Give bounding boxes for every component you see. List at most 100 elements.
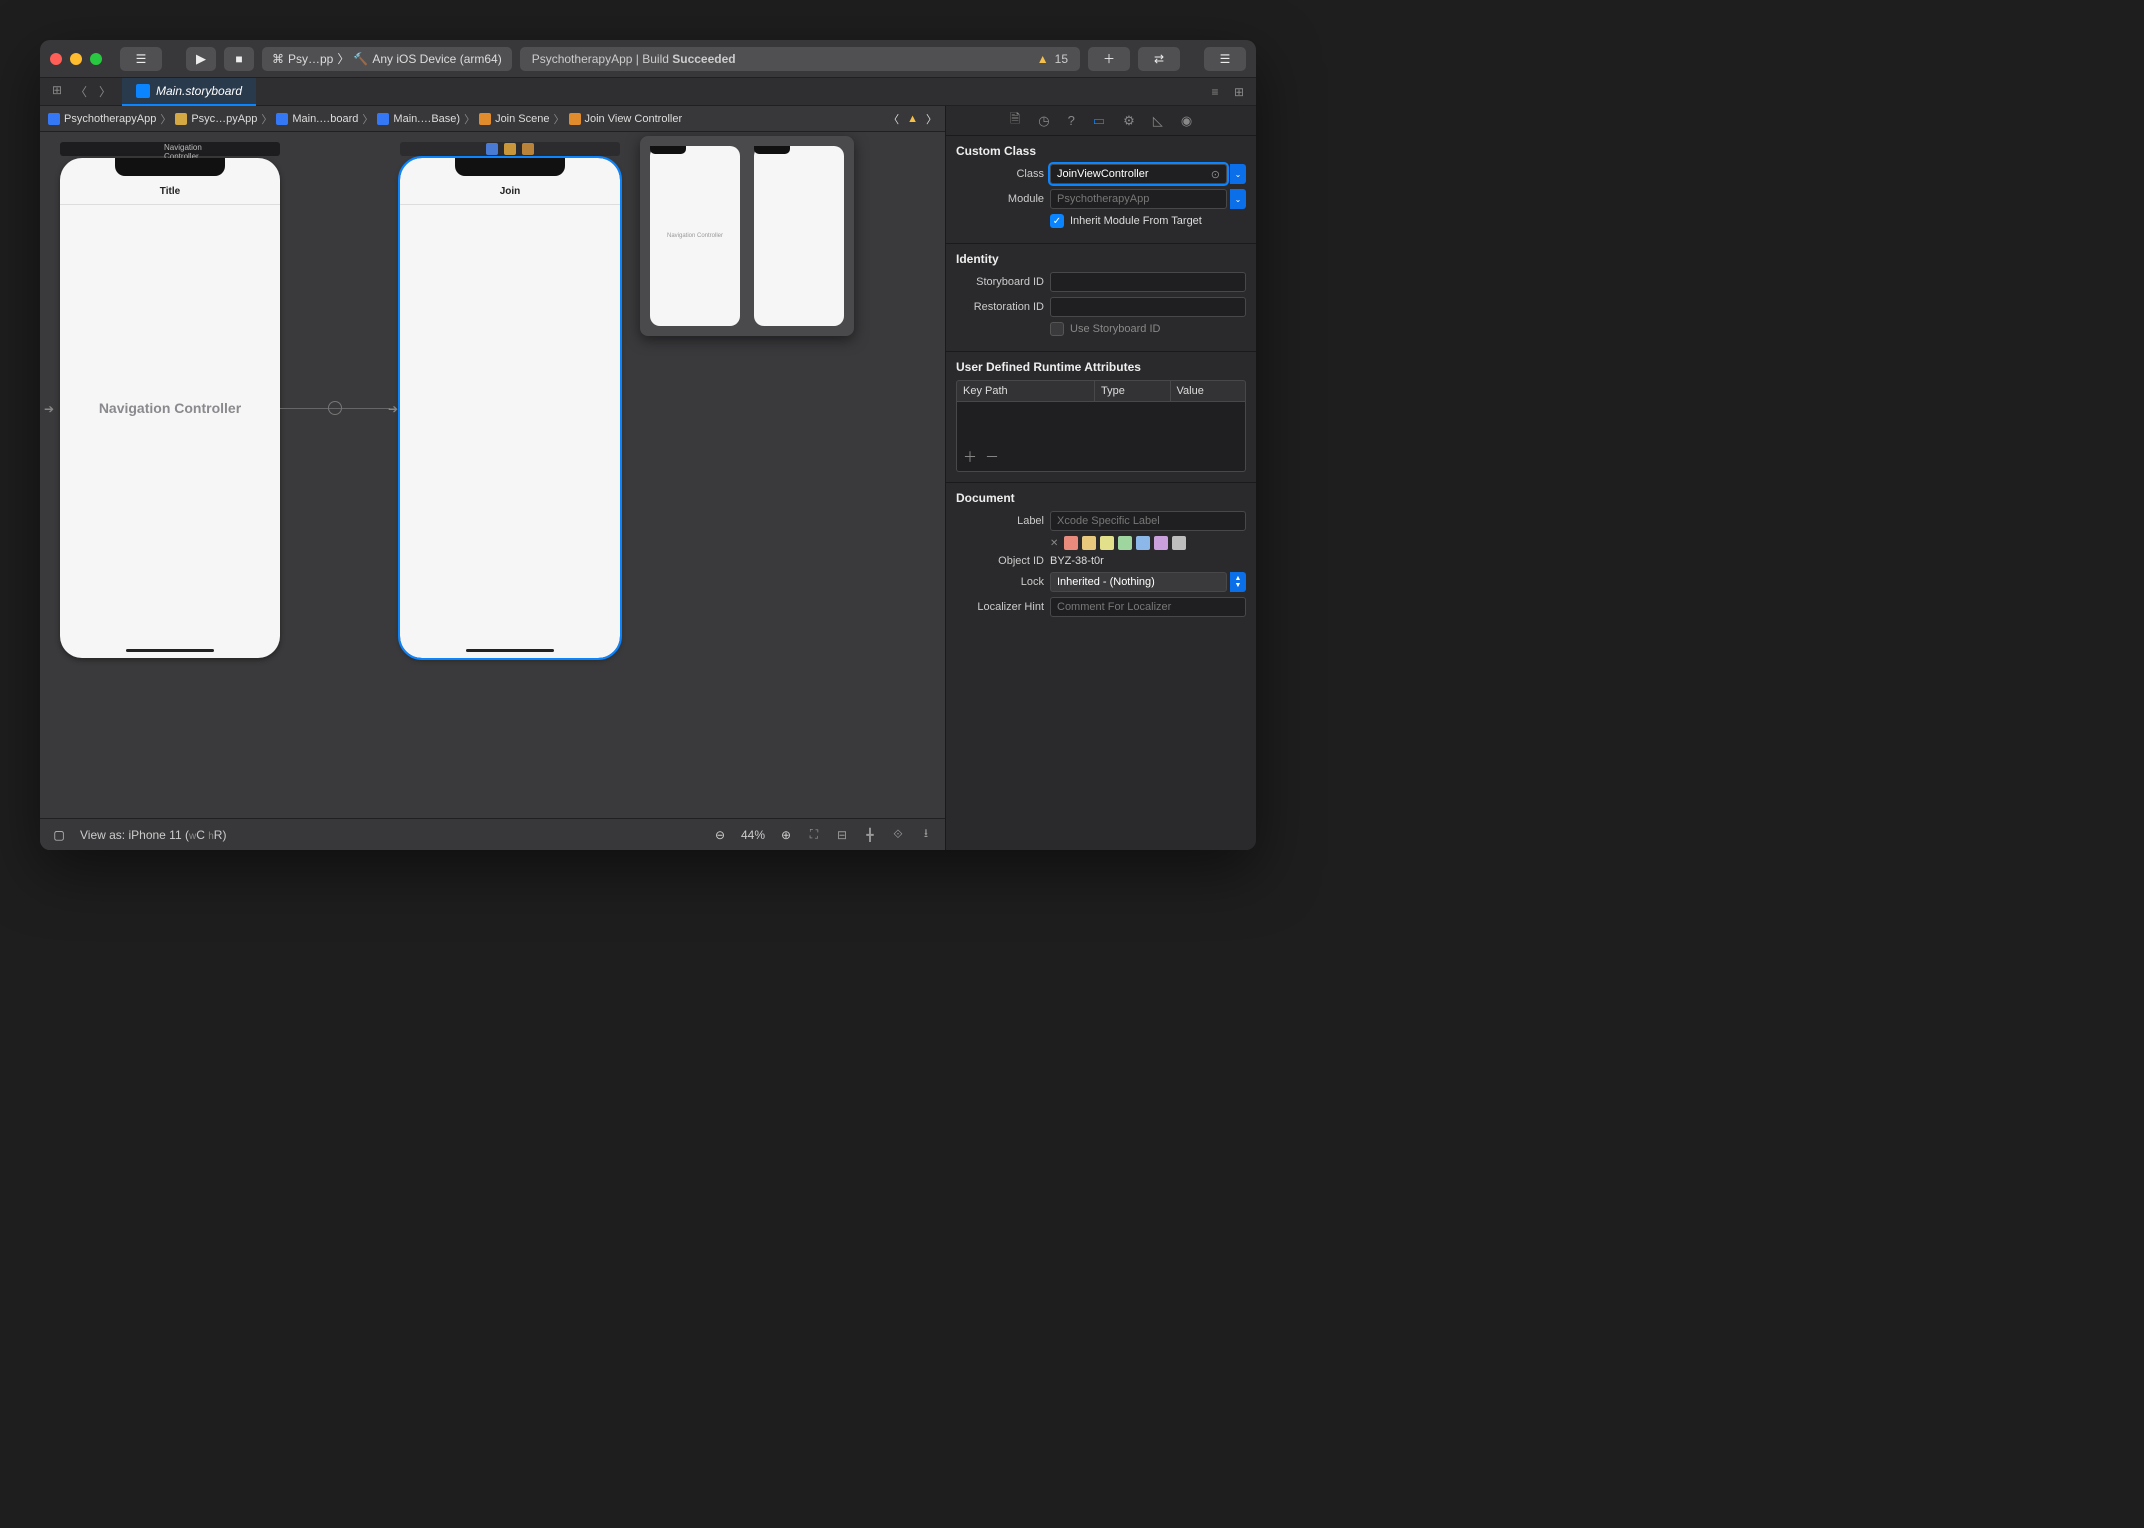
help-inspector-tab[interactable]: ? — [1068, 113, 1075, 128]
zoom-in-icon[interactable]: ⊕ — [779, 828, 793, 842]
use-storyboard-id-checkbox[interactable] — [1050, 322, 1064, 336]
bounds-rect-icon[interactable]: ⛶ — [807, 827, 821, 842]
exit-icon[interactable] — [522, 143, 534, 155]
col-type[interactable]: Type — [1095, 381, 1171, 401]
crumb-project[interactable]: PsychotherapyApp — [64, 113, 156, 125]
zoom-window-button[interactable] — [90, 53, 102, 65]
inspector-tabs: 🗎 ◷ ? ▭ ⚙ ◺ ◉ — [946, 106, 1256, 136]
stop-button[interactable]: ■ — [224, 47, 254, 71]
minimap-scene-2[interactable] — [754, 146, 844, 326]
back-button[interactable]: 〈 — [74, 83, 88, 100]
class-label: Class — [956, 168, 1044, 180]
storyboard-icon — [377, 113, 389, 125]
zoom-level[interactable]: 44% — [741, 828, 765, 842]
scene1-title-bar[interactable]: Navigation Controller — [60, 142, 280, 156]
minimap-scene-1[interactable]: Navigation Controller — [650, 146, 740, 326]
crumb-scene[interactable]: Join Scene — [495, 113, 549, 125]
home-indicator — [126, 649, 214, 652]
size-inspector-tab[interactable]: ◺ — [1153, 113, 1163, 129]
join-view-controller-scene[interactable]: Join — [400, 158, 620, 658]
outline-toggle-icon[interactable]: ▢ — [52, 828, 66, 842]
swatch-green[interactable] — [1118, 536, 1132, 550]
toolbar: ☰ ▶ ■ ⌘ Psy…pp 〉 🔨 Any iOS Device (arm64… — [40, 40, 1256, 78]
nav-bar-title: Title — [60, 186, 280, 197]
localizer-input[interactable]: Comment For Localizer — [1050, 597, 1246, 617]
doc-label-label: Label — [956, 515, 1044, 527]
first-responder-icon[interactable] — [504, 143, 516, 155]
crumb-folder[interactable]: Psyc…pyApp — [191, 113, 257, 125]
toggle-navigator-button[interactable]: ☰ — [120, 47, 162, 71]
module-dropdown-arrow[interactable]: ⌄ — [1230, 189, 1246, 209]
swatch-blue[interactable] — [1136, 536, 1150, 550]
identity-inspector-tab[interactable]: ▭ — [1093, 113, 1105, 129]
view-as-control[interactable]: View as: iPhone 11 (wC hR) — [80, 828, 226, 842]
zoom-out-icon[interactable]: ⊖ — [713, 828, 727, 842]
swatch-yellow[interactable] — [1100, 536, 1114, 550]
clear-icon[interactable]: ⊙ — [1211, 168, 1220, 181]
run-button[interactable]: ▶ — [186, 47, 216, 71]
scheme-selector[interactable]: ⌘ Psy…pp 〉 🔨 Any iOS Device (arm64) — [262, 47, 512, 71]
module-input[interactable]: PsychotherapyApp — [1050, 189, 1227, 209]
doc-label-input[interactable]: Xcode Specific Label — [1050, 511, 1246, 531]
stack-icon[interactable]: ⊟ — [835, 828, 849, 842]
resolve-issues-icon[interactable]: ⭳ — [919, 824, 933, 845]
swatch-red[interactable] — [1064, 536, 1078, 550]
swatch-purple[interactable] — [1154, 536, 1168, 550]
scheme-app-label: Psy…pp — [288, 52, 333, 66]
restoration-id-input[interactable] — [1050, 297, 1246, 317]
class-dropdown-arrow[interactable]: ⌄ — [1230, 164, 1246, 184]
clear-color-icon[interactable]: ✕ — [1050, 538, 1058, 549]
segue-icon[interactable] — [328, 401, 342, 415]
col-value[interactable]: Value — [1171, 381, 1246, 401]
connections-inspector-tab[interactable]: ◉ — [1181, 113, 1192, 129]
window-controls — [50, 53, 102, 65]
scene1-title: Navigation Controller — [164, 143, 176, 155]
code-review-button[interactable]: ⇄ — [1138, 47, 1180, 71]
crumb-controller[interactable]: Join View Controller — [585, 113, 683, 125]
storyboard-id-input[interactable] — [1050, 272, 1246, 292]
folder-icon — [175, 113, 187, 125]
close-window-button[interactable] — [50, 53, 62, 65]
lock-dropdown-arrow[interactable]: ▲▼ — [1230, 572, 1246, 592]
minimize-window-button[interactable] — [70, 53, 82, 65]
runtime-attrs-body[interactable]: ＋ － — [956, 402, 1246, 472]
chevron-right-icon[interactable]: 〉 — [926, 111, 937, 127]
jump-bar[interactable]: PsychotherapyApp 〉 Psyc…pyApp 〉 Main.…bo… — [40, 106, 945, 132]
adjust-editor-icon[interactable]: ≡ — [1208, 85, 1222, 99]
custom-class-section: Custom Class Class JoinViewController ⊙ … — [946, 136, 1256, 244]
scene2-title-bar[interactable] — [400, 142, 620, 156]
localizer-label: Localizer Hint — [956, 601, 1044, 613]
add-editor-icon[interactable]: ⊞ — [1232, 85, 1246, 99]
remove-attribute-button[interactable]: － — [985, 447, 999, 467]
storyboard-canvas[interactable]: Navigation Controller Title Navigation C… — [40, 132, 945, 818]
status-result: Succeeded — [672, 52, 735, 66]
warning-icon[interactable]: ▲ — [907, 113, 918, 125]
align-icon[interactable]: ╋ — [863, 828, 877, 842]
navigation-controller-scene[interactable]: Title Navigation Controller — [60, 158, 280, 658]
col-keypath[interactable]: Key Path — [957, 381, 1095, 401]
crumb-base[interactable]: Main.…Base) — [393, 113, 460, 125]
pin-icon[interactable]: ⟐ — [891, 827, 905, 842]
file-inspector-tab[interactable]: 🗎 — [1010, 110, 1020, 132]
related-items-icon[interactable]: ⊞ — [50, 83, 64, 100]
vc-dock-icon[interactable] — [486, 143, 498, 155]
inherit-module-checkbox[interactable]: ✓ — [1050, 214, 1064, 228]
library-button[interactable]: ＋ — [1088, 47, 1130, 71]
toggle-inspector-button[interactable]: ☰ — [1204, 47, 1246, 71]
attributes-inspector-tab[interactable]: ⚙ — [1123, 113, 1135, 129]
minimap-popover[interactable]: Navigation Controller — [640, 136, 854, 336]
entry-point-arrow[interactable]: ➔ — [44, 402, 54, 416]
forward-button[interactable]: 〉 — [98, 83, 112, 100]
swatch-gray[interactable] — [1172, 536, 1186, 550]
chevron-left-icon[interactable]: 〈 — [888, 111, 899, 127]
activity-status[interactable]: PsychotherapyApp | Build Succeeded ▲ 15 — [520, 47, 1080, 71]
crumb-file[interactable]: Main.…board — [292, 113, 358, 125]
add-attribute-button[interactable]: ＋ — [963, 447, 977, 467]
section-title: Custom Class — [956, 144, 1246, 158]
swatch-orange[interactable] — [1082, 536, 1096, 550]
scene-icon — [479, 113, 491, 125]
lock-select[interactable]: Inherited - (Nothing) — [1050, 572, 1227, 592]
tab-main-storyboard[interactable]: Main.storyboard — [122, 78, 256, 106]
history-inspector-tab[interactable]: ◷ — [1038, 113, 1049, 129]
class-input[interactable]: JoinViewController ⊙ — [1050, 164, 1227, 184]
